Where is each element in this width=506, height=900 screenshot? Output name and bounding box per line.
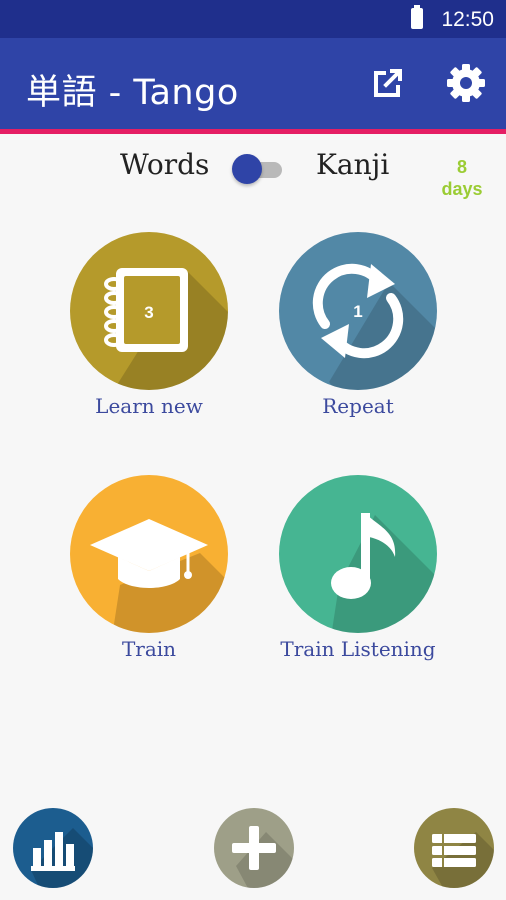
status-bar: 12:50 (0, 0, 506, 38)
words-kanji-switch[interactable] (232, 154, 284, 184)
settings-button[interactable] (442, 59, 490, 107)
streak-count: 8 (456, 157, 467, 177)
open-external-button[interactable] (364, 59, 412, 107)
music-note-icon (331, 513, 437, 633)
train-listening-circle (279, 475, 437, 633)
app-bar-accent-line (0, 129, 506, 134)
app-title: 単語 - Tango (26, 73, 239, 113)
learn-new-label: Learn new (95, 394, 203, 418)
train-circle (70, 475, 228, 633)
train-listening-label: Train Listening (280, 637, 436, 661)
switch-thumb (232, 154, 262, 184)
train-label: Train (121, 637, 177, 661)
streak-counter: 8 days (437, 156, 487, 200)
word-list-button[interactable] (414, 808, 494, 888)
learn-new-circle: 3 (70, 232, 228, 390)
open-external-icon (374, 69, 402, 97)
battery-icon (411, 5, 423, 29)
learn-new-badge: 3 (144, 303, 153, 322)
statistics-button[interactable] (13, 808, 93, 888)
list-icon (432, 832, 494, 888)
add-button[interactable] (214, 808, 294, 888)
repeat-icon: 1 (312, 263, 437, 390)
repeat-circle: 1 (279, 232, 437, 390)
status-time: 12:50 (441, 8, 494, 31)
stats-icon (31, 828, 93, 888)
kanji-label: Kanji (316, 148, 390, 181)
graduation-cap-icon (90, 519, 228, 633)
add-icon (232, 826, 294, 888)
streak-unit: days (441, 179, 483, 199)
words-label: Words (120, 148, 210, 181)
repeat-label: Repeat (322, 394, 394, 418)
repeat-badge: 1 (353, 302, 362, 321)
gear-icon (447, 64, 485, 102)
notebook-icon: 3 (104, 268, 228, 390)
